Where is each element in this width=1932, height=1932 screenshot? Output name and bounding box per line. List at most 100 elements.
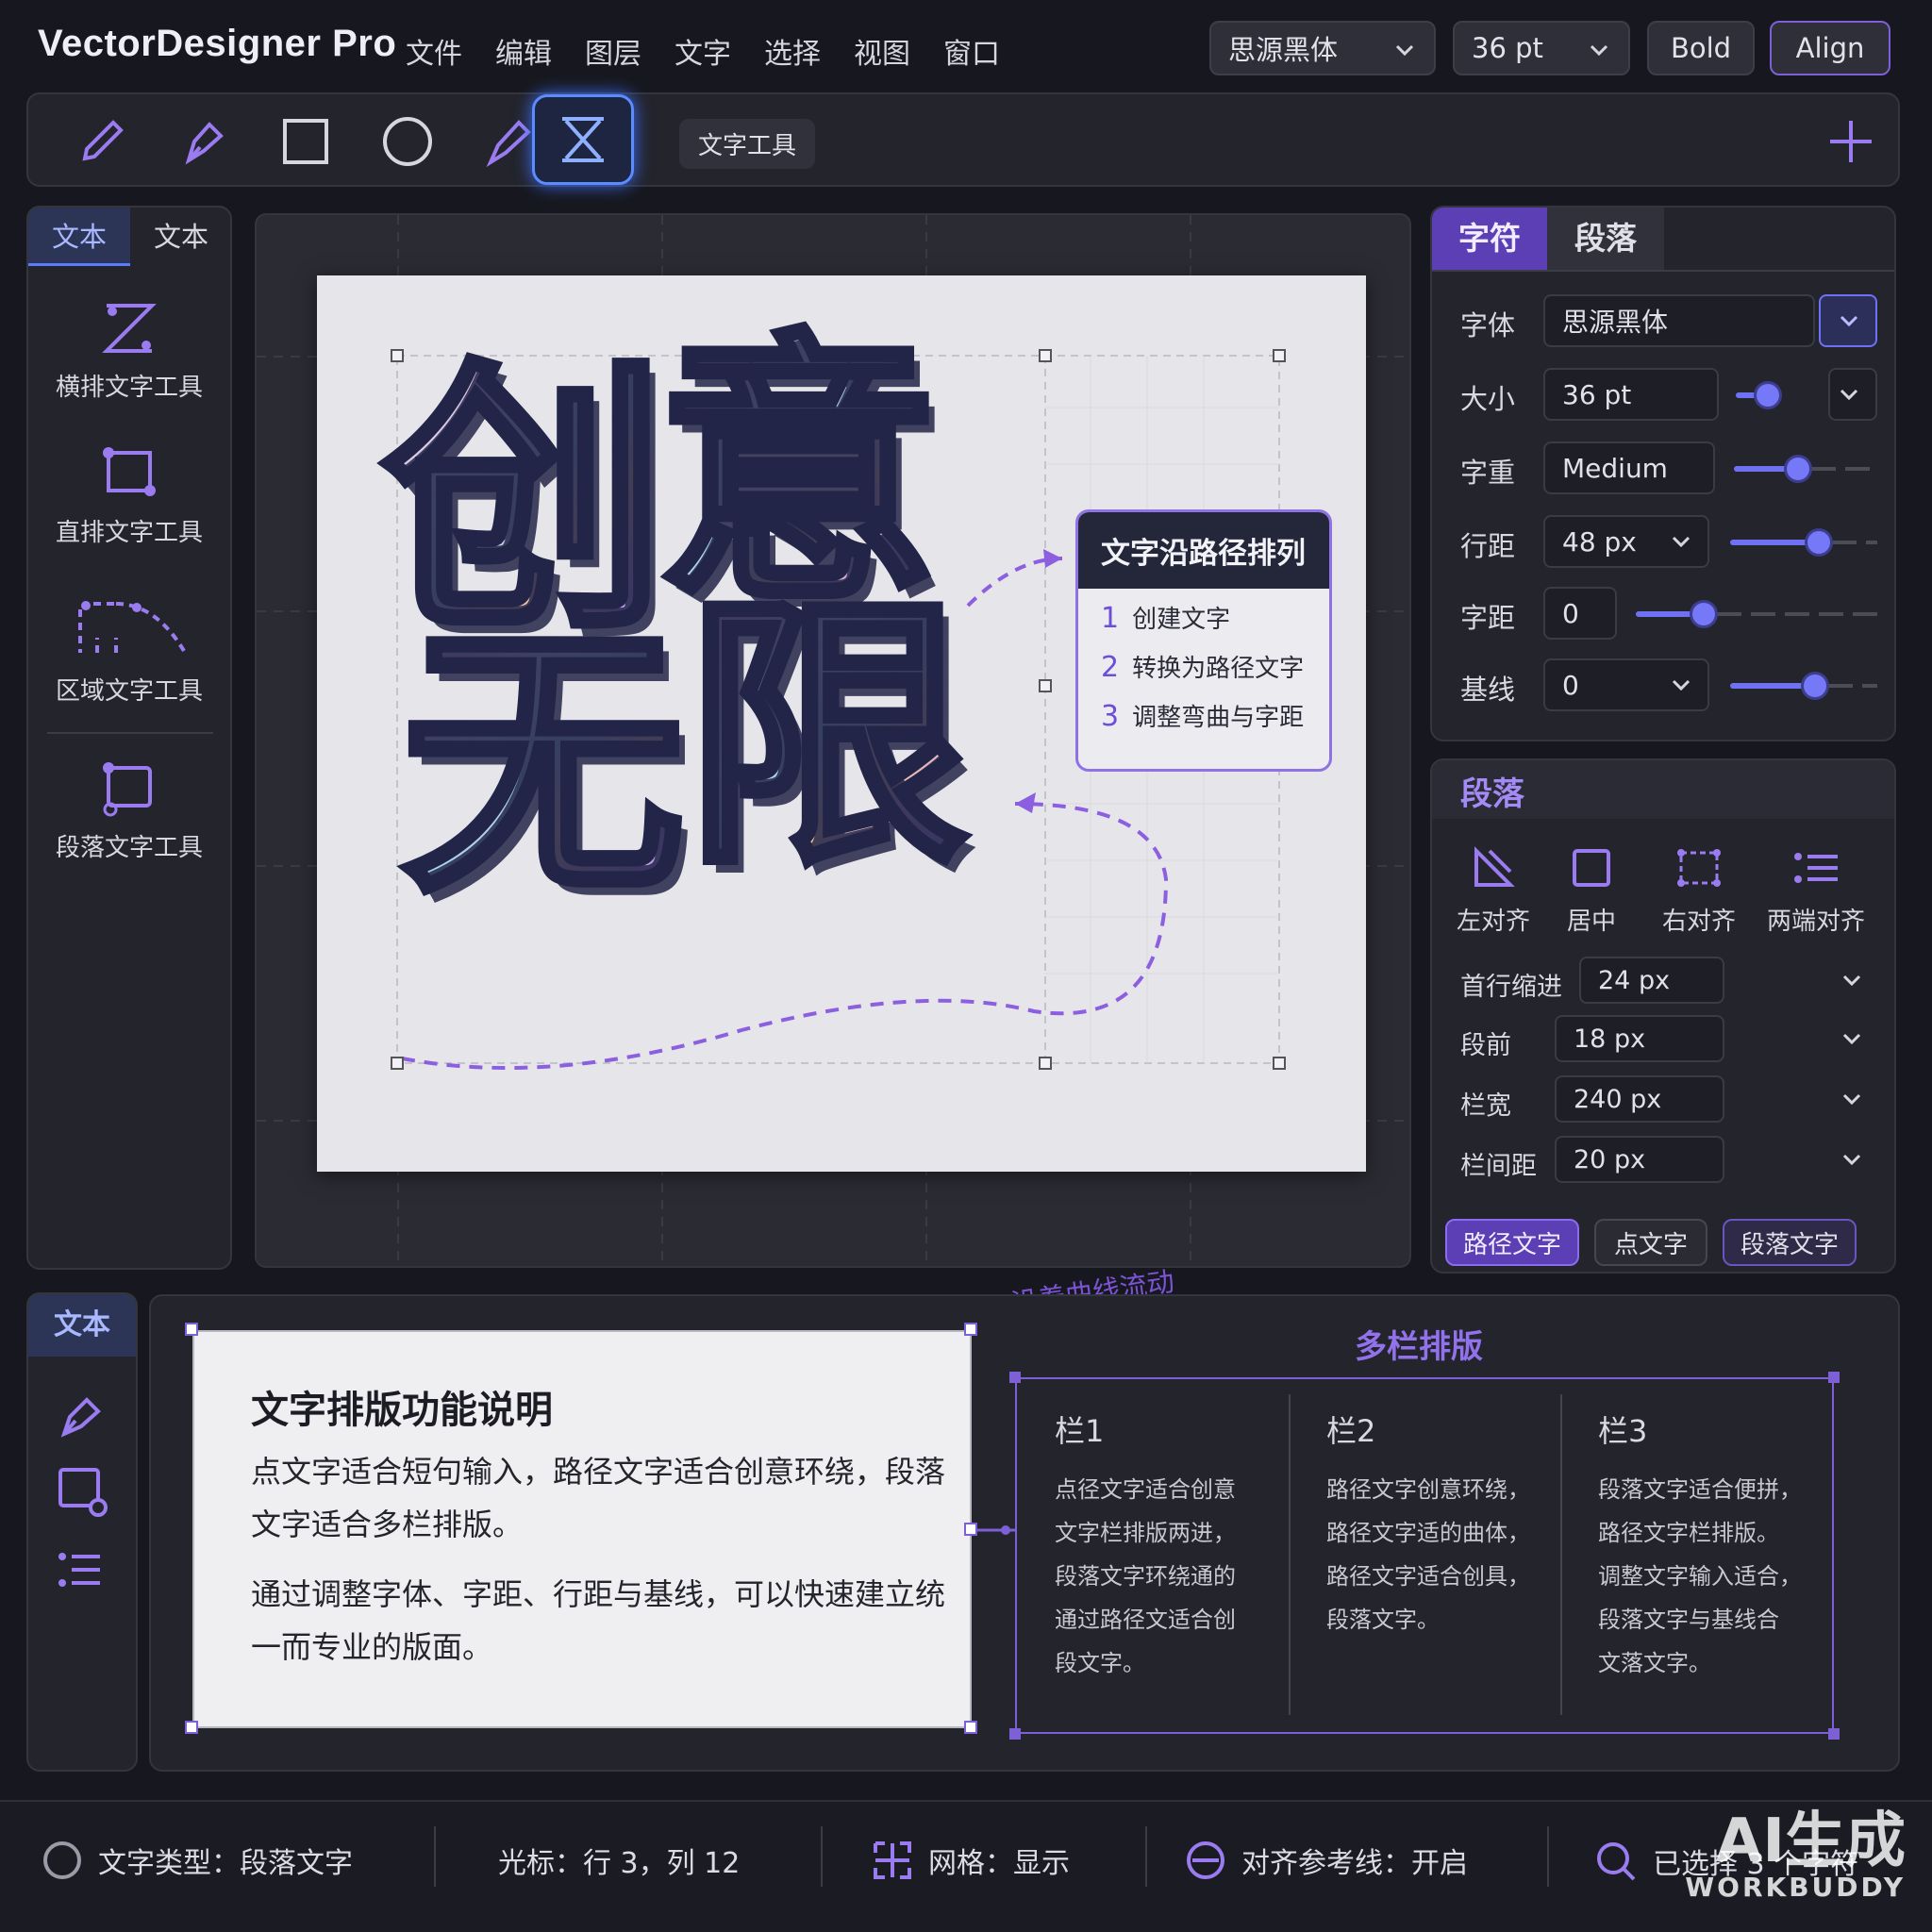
align-justify-button[interactable]: 两端对齐	[1760, 845, 1872, 937]
tab-text[interactable]: 文本	[130, 208, 232, 266]
tab-character[interactable]: 字符	[1432, 208, 1547, 270]
leading-field[interactable]: 48 px	[1543, 515, 1709, 568]
rectangle-icon	[283, 119, 328, 164]
column-1: 栏1 点径文字适合创意 文字栏排版两进， 段落文字环绕通的 通过路径文适合创 段…	[1055, 1413, 1236, 1676]
menu-select[interactable]: 选择	[764, 30, 821, 72]
menu-edit[interactable]: 编辑	[495, 30, 552, 72]
size-dropdown-button[interactable]	[1828, 368, 1877, 421]
tracking-slider[interactable]	[1636, 603, 1877, 625]
circle-icon	[383, 117, 432, 166]
pen-icon[interactable]	[55, 1389, 108, 1441]
font-field[interactable]: 思源黑体	[1543, 294, 1815, 347]
frame-handle[interactable]	[964, 1523, 977, 1536]
baseline-slider[interactable]	[1730, 675, 1877, 697]
circle-icon	[43, 1841, 81, 1879]
text-tool[interactable]	[532, 94, 634, 185]
text-frame[interactable]: 文字排版功能说明 点文字适合短句输入，路径文字适合创意环绕，段落文字适合多栏排版…	[192, 1330, 972, 1728]
multicolumn-frame[interactable]: 栏1 点径文字适合创意 文字栏排版两进， 段落文字环绕通的 通过路径文适合创 段…	[1015, 1377, 1834, 1734]
menu-file[interactable]: 文件	[406, 30, 462, 72]
selection-handle[interactable]	[1273, 1057, 1286, 1070]
chevron-down-icon[interactable]	[1838, 966, 1866, 994]
list-icon[interactable]	[55, 1545, 108, 1598]
column-width-field[interactable]: 240 px	[1555, 1075, 1724, 1123]
multicolumn-title: 多栏排版	[1355, 1328, 1483, 1366]
bold-button[interactable]: Bold	[1647, 21, 1755, 75]
frame-handle[interactable]	[185, 1721, 198, 1734]
space-before-field[interactable]: 18 px	[1555, 1015, 1724, 1062]
paragraph-text-button[interactable]: 段落文字	[1723, 1219, 1857, 1266]
font-family-select[interactable]: 思源黑体	[1209, 21, 1436, 75]
weight-slider[interactable]	[1734, 458, 1877, 480]
leading-label: 行距	[1460, 530, 1516, 562]
rectangle-tool[interactable]	[260, 104, 351, 179]
headline-char[interactable]: 限	[681, 592, 972, 883]
brush-icon	[486, 120, 531, 168]
weight-field[interactable]: Medium	[1543, 441, 1715, 494]
menu-text[interactable]: 文字	[675, 30, 731, 72]
selection-handle[interactable]	[1039, 349, 1052, 362]
tab-text-active[interactable]: 文本	[28, 208, 130, 266]
menu-layer[interactable]: 图层	[585, 30, 641, 72]
frame-handle[interactable]	[964, 1721, 977, 1734]
column-2: 栏2 路径文字创意环绕， 路径文字适的曲体， 路径文字适合创具， 段落文字。	[1326, 1413, 1530, 1633]
divider	[47, 732, 213, 734]
pen-tool[interactable]	[158, 104, 249, 179]
tracking-field[interactable]: 0	[1543, 587, 1617, 640]
font-dropdown-button[interactable]	[1819, 294, 1877, 347]
align-left-button[interactable]: 左对齐	[1438, 845, 1549, 937]
watermark: AI生成 WORKBUDDY	[1685, 1807, 1906, 1903]
chevron-down-icon	[1590, 44, 1608, 57]
gutter-field[interactable]: 20 px	[1555, 1136, 1724, 1183]
status-guides[interactable]: 对齐参考线：开启	[1185, 1840, 1468, 1881]
paragraph-text-icon	[103, 762, 152, 817]
tab-paragraph[interactable]: 段落	[1547, 208, 1664, 270]
indent-field[interactable]: 24 px	[1579, 957, 1724, 1004]
baseline-label: 基线	[1460, 674, 1516, 706]
chevron-down-icon[interactable]	[1838, 1024, 1866, 1053]
tab-text[interactable]: 文本	[28, 1294, 136, 1357]
paragraph-panel-title: 段落	[1460, 775, 1524, 813]
size-field[interactable]: 36 pt	[1543, 368, 1719, 421]
frame-handle[interactable]	[185, 1323, 198, 1336]
selection-handle[interactable]	[1039, 679, 1052, 692]
horizontal-text-tool[interactable]: 横排文字工具	[28, 298, 230, 403]
size-slider[interactable]	[1736, 384, 1807, 407]
baseline-field[interactable]: 0	[1543, 658, 1709, 711]
align-center-button[interactable]: 居中	[1536, 845, 1647, 937]
paragraph-panel: 段落 左对齐 居中 右对齐 两端对齐 首行缩进 24 px 段前 18 px 栏…	[1430, 758, 1896, 1274]
space-before-label: 段前	[1460, 1031, 1511, 1060]
headline-char[interactable]: 无	[398, 621, 689, 911]
horizontal-text-tool-label: 横排文字工具	[55, 374, 203, 402]
pencil-icon	[82, 120, 124, 161]
area-text-tool[interactable]: 区域文字工具	[28, 594, 230, 707]
vertical-text-tool[interactable]: 直排文字工具	[28, 443, 230, 548]
menu-view[interactable]: 视图	[854, 30, 910, 72]
point-text-button[interactable]: 点文字	[1594, 1219, 1707, 1266]
chevron-down-icon	[1672, 679, 1690, 691]
weight-label: 字重	[1460, 457, 1516, 489]
path-text-button[interactable]: 路径文字	[1445, 1219, 1579, 1266]
leading-slider[interactable]	[1730, 531, 1877, 554]
add-button[interactable]	[1806, 104, 1896, 179]
grid-icon	[874, 1841, 911, 1879]
selection-handle[interactable]	[1273, 349, 1286, 362]
text-box-icon[interactable]	[55, 1464, 111, 1521]
align-right-button[interactable]: 右对齐	[1643, 845, 1755, 937]
status-cursor: 光标：行 3，列 12	[498, 1847, 741, 1880]
font-family-value: 思源黑体	[1228, 34, 1339, 66]
indent-label: 首行缩进	[1460, 973, 1562, 1002]
paragraph-text-tool[interactable]: 段落文字工具	[28, 758, 230, 863]
selection-handle[interactable]	[1039, 1057, 1052, 1070]
align-button[interactable]: Align	[1770, 21, 1890, 75]
column-width-label: 栏宽	[1460, 1091, 1511, 1121]
selection-handle[interactable]	[391, 1057, 404, 1070]
callout-title: 文字沿路径排列	[1078, 512, 1329, 589]
menu-window[interactable]: 窗口	[943, 30, 1000, 72]
status-grid[interactable]: 网格：显示	[872, 1840, 1070, 1881]
frame-handle[interactable]	[964, 1323, 977, 1336]
ellipse-tool[interactable]	[362, 104, 453, 179]
font-size-select[interactable]: 36 pt	[1453, 21, 1630, 75]
chevron-down-icon[interactable]	[1838, 1145, 1866, 1174]
pencil-tool[interactable]	[57, 104, 147, 179]
chevron-down-icon[interactable]	[1838, 1085, 1866, 1113]
